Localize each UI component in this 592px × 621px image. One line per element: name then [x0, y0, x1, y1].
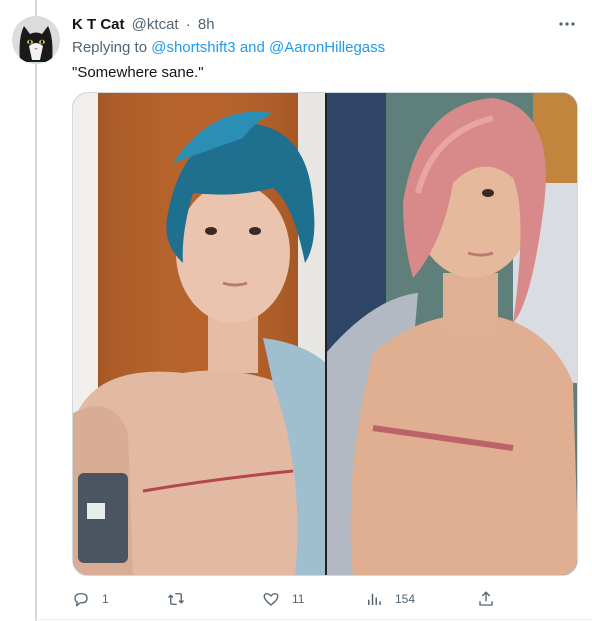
retweet-button[interactable]: [167, 588, 197, 610]
tweet-actions: 1 11 154: [72, 588, 512, 610]
mention-link[interactable]: @shortshift3: [151, 39, 235, 56]
separator: ·: [185, 16, 191, 33]
mention-link[interactable]: @AaronHillegass: [269, 39, 385, 56]
replying-prefix: Replying to: [72, 39, 148, 56]
tweet-header: K T Cat @ktcat · 8h: [72, 15, 580, 37]
thread-line: [35, 0, 37, 621]
display-name[interactable]: K T Cat: [72, 16, 125, 33]
cat-avatar-image: [12, 16, 60, 64]
tweet-text: "Somewhere sane.": [72, 64, 204, 81]
left-photo: [73, 93, 326, 575]
handle[interactable]: @ktcat: [132, 16, 179, 33]
more-button[interactable]: [556, 13, 578, 35]
more-horizontal-icon: [559, 22, 575, 26]
retweet-icon: [168, 593, 184, 605]
views-button[interactable]: 154: [365, 588, 415, 610]
like-button[interactable]: 11: [262, 588, 304, 610]
mention-conjunction: and: [239, 39, 265, 56]
share-button[interactable]: [477, 588, 495, 610]
divider: [35, 619, 592, 620]
timestamp[interactable]: 8h: [198, 16, 215, 33]
views-chart-icon: [368, 593, 381, 605]
heart-icon: [263, 593, 279, 606]
photo-collage: [73, 93, 577, 575]
reply-icon: [74, 593, 88, 607]
tweet-media[interactable]: [72, 92, 578, 576]
reply-count: 1: [102, 592, 109, 606]
avatar[interactable]: [12, 16, 60, 64]
share-icon: [479, 591, 493, 606]
reply-button[interactable]: 1: [72, 588, 109, 610]
right-photo: [326, 93, 577, 575]
views-count: 154: [395, 592, 416, 606]
replying-to: Replying to @shortshift3 and @AaronHille…: [72, 38, 385, 58]
like-count: 11: [292, 592, 305, 606]
